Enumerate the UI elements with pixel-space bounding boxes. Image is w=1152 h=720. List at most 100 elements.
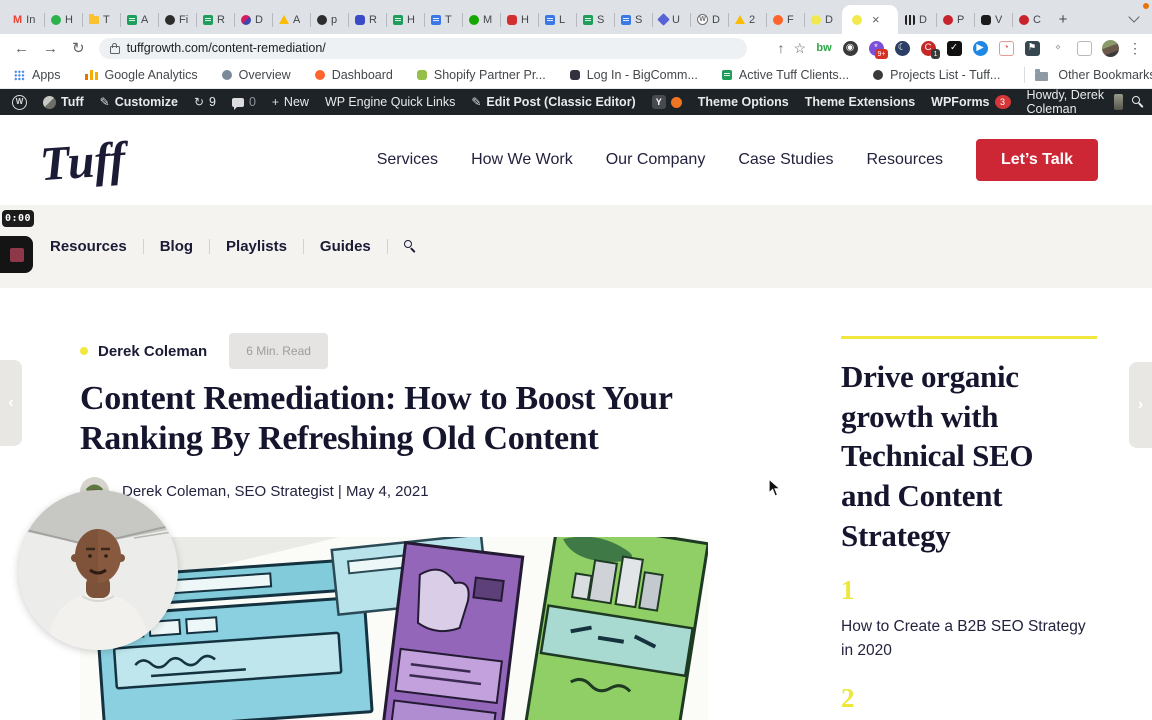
updates-button[interactable]: ↻ 9 [194, 95, 216, 109]
profile-avatar-extension-icon[interactable] [1101, 39, 1119, 57]
share-icon[interactable]: ↑ [777, 41, 784, 55]
dark-v-favicon [981, 14, 991, 25]
site-menu[interactable]: Tuff [43, 95, 84, 109]
edit-post-button[interactable]: ✎ Edit Post (Classic Editor) [471, 95, 635, 109]
subnav-item-guides[interactable]: Guides [320, 238, 371, 255]
theme-extensions-button[interactable]: Theme Extensions [805, 95, 915, 109]
sidebar-list-item-2[interactable]: 2 [841, 685, 1097, 712]
page-body: M In H T A Fi R D Ap R H T M H L S S U W D 2 F D × D P V C + ← → ↻ t… [0, 0, 1152, 720]
screenshot-extension-icon[interactable]: * 9+ [867, 39, 888, 59]
extension-badge: 1 [931, 49, 940, 59]
browser-menu-icon[interactable]: ⋮ [1128, 41, 1142, 55]
howdy-menu[interactable]: Howdy, Derek Coleman [1027, 88, 1105, 116]
stop-recording-button[interactable] [0, 236, 33, 273]
doc-s-tab[interactable]: S [614, 5, 652, 34]
subnav-search-icon[interactable] [403, 240, 417, 253]
doc-t-tab[interactable]: T [424, 5, 462, 34]
other-bookmarks[interactable]: Other Bookmarks [1024, 67, 1152, 83]
resources-subnav-band: Resources Blog Playlists Guides [0, 205, 1152, 288]
sheet-r-tab[interactable]: R [196, 5, 234, 34]
subnav-item-resources[interactable]: Resources [50, 238, 127, 255]
duo-circle-d-tab[interactable]: D [234, 5, 272, 34]
theme-options-button[interactable]: Theme Options [698, 95, 789, 109]
comments-button[interactable]: 0 [231, 95, 256, 110]
drive-a-tab[interactable]: A [272, 5, 310, 34]
bookmark-item-4[interactable]: Shopify Partner Pr... [416, 68, 546, 82]
wpforms-button[interactable]: WPForms 3 [931, 95, 1011, 109]
green-app-tab[interactable]: H [44, 5, 82, 34]
user-avatar[interactable] [1113, 94, 1124, 110]
lets-talk-button[interactable]: Let’s Talk [975, 139, 1098, 181]
nav-item-services[interactable]: Services [377, 151, 438, 169]
sheet-h-tab[interactable]: H [386, 5, 424, 34]
notification-dot-icon [670, 96, 682, 108]
flame-f-tab[interactable]: F [766, 5, 804, 34]
bookmark-item-3[interactable]: Dashboard [314, 68, 393, 82]
sidebar-list-item-1[interactable]: 1 How to Create a B2B SEO Strategy in 202… [841, 577, 1097, 663]
r-app-tab[interactable]: R [348, 5, 386, 34]
new-tab-button[interactable]: + [1050, 5, 1076, 34]
address-bar[interactable]: tuffgrowth.com/content-remediation/ [98, 37, 747, 59]
nav-item-case-studies[interactable]: Case Studies [738, 151, 833, 169]
customize-button[interactable]: ✎ Customize [100, 95, 178, 109]
bookmark-item-1[interactable]: Google Analytics [84, 68, 198, 82]
yoast-menu[interactable]: Y [651, 95, 682, 109]
p-red-c-tab[interactable]: C [1012, 5, 1050, 34]
tab-close-icon[interactable]: × [872, 13, 880, 26]
tab-search-chevron-icon[interactable] [1128, 11, 1140, 23]
nav-item-resources[interactable]: Resources [866, 151, 942, 169]
inactive-ext-extension-icon[interactable] [1075, 39, 1093, 57]
dark-fi-tab[interactable]: Fi [158, 5, 196, 34]
new-content-button[interactable]: + New [272, 95, 309, 109]
bookmark-item-7[interactable]: Projects List - Tuff... [873, 68, 1000, 82]
send-blue-extension-icon[interactable]: ▶ [971, 39, 989, 57]
sidebar-accent-line [841, 336, 1097, 339]
colorzilla-extension-icon[interactable]: C1 [919, 39, 940, 59]
nav-item-how-we-work[interactable]: How We Work [471, 151, 573, 169]
bookmark-item-6[interactable]: Active Tuff Clients... [721, 68, 849, 82]
toolbar-icons: ↑ ☆ bw ◉ * 9+ ☾ C 1 ✓ ▶ ◔ ⚑ ⋄ ⋮ [777, 39, 1152, 59]
bookmark-item-2[interactable]: Overview [221, 68, 291, 82]
puzzle-extension-icon[interactable]: ⋄ [1049, 39, 1067, 57]
subnav-item-blog[interactable]: Blog [160, 238, 193, 255]
doc-l-tab[interactable]: L [538, 5, 576, 34]
tuff-active-tab[interactable]: × [842, 5, 898, 34]
carousel-next-button[interactable]: › [1129, 362, 1152, 448]
nav-item-our-company[interactable]: Our Company [606, 151, 706, 169]
admin-search-icon[interactable] [1132, 95, 1140, 109]
yellow-d-tab[interactable]: D [804, 5, 842, 34]
night-moon-extension-icon[interactable]: ☾ [893, 39, 911, 57]
yellow-folder-tab[interactable]: T [82, 5, 120, 34]
dark-v-tab[interactable]: V [974, 5, 1012, 34]
search-lens-extension-icon[interactable]: ◉ [841, 39, 859, 57]
flagger-extension-icon[interactable]: ⚑ [1023, 39, 1041, 57]
red-h-tab[interactable]: H [500, 5, 538, 34]
task-check-extension-icon[interactable]: ✓ [945, 39, 963, 57]
bookmark-star-icon[interactable]: ☆ [793, 41, 806, 55]
forward-button[interactable]: → [43, 41, 58, 56]
drive-2-tab[interactable]: 2 [728, 5, 766, 34]
tuff-logo[interactable]: Tuff [38, 131, 138, 198]
bitwarden-extension-icon[interactable]: bw [815, 39, 833, 57]
bookmark-item-5[interactable]: Log In - BigComm... [569, 68, 698, 82]
upwork-m-tab[interactable]: M [462, 5, 500, 34]
reload-button[interactable]: ↻ [72, 41, 85, 56]
bookmark-item-0[interactable]: Apps [14, 68, 61, 82]
gmail-inbox-tab[interactable]: M In [6, 5, 44, 34]
diamond-u-tab[interactable]: U [652, 5, 690, 34]
carousel-prev-button[interactable]: ‹ [0, 360, 22, 446]
dark-p-tab[interactable]: p [310, 5, 348, 34]
author-tag[interactable]: Derek Coleman [98, 343, 207, 360]
wp-logo-menu[interactable]: W [12, 94, 27, 110]
clipper-extension-icon[interactable]: ◔ [997, 39, 1015, 57]
wordpress-d-tab[interactable]: WD [690, 5, 728, 34]
subnav-item-playlists[interactable]: Playlists [226, 238, 287, 255]
p-red-p-tab[interactable]: P [936, 5, 974, 34]
url-text[interactable]: tuffgrowth.com/content-remediation/ [127, 41, 326, 55]
webcam-bubble[interactable] [18, 490, 178, 650]
sheet-s-tab[interactable]: S [576, 5, 614, 34]
back-button[interactable]: ← [14, 41, 29, 56]
wp-engine-quick-links[interactable]: WP Engine Quick Links [325, 95, 455, 109]
sheet-a-tab[interactable]: A [120, 5, 158, 34]
bars-d-tab[interactable]: D [898, 5, 936, 34]
